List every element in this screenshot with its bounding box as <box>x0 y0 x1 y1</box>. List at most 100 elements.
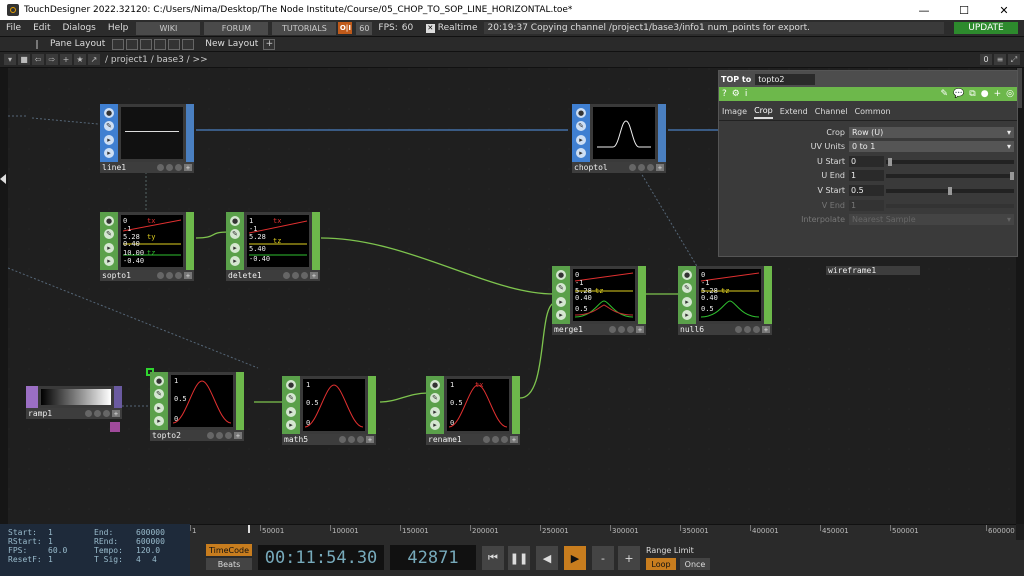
menu-help[interactable]: Help <box>102 23 135 33</box>
u-end-slider[interactable] <box>886 171 1014 180</box>
python-help-icon[interactable]: ⚙ <box>732 89 740 99</box>
add-icon[interactable]: + <box>60 54 72 65</box>
menu-edit[interactable]: Edit <box>27 23 56 33</box>
layout-single-button[interactable] <box>112 38 125 50</box>
rend-value[interactable]: 600000 <box>136 537 165 546</box>
info-icon[interactable]: i <box>745 89 748 99</box>
tutorials-button[interactable]: TUTORIALS <box>272 21 337 35</box>
param-toolbar: ? ⚙ i ✎ 💬 ⧉ ● + ◎ <box>719 87 1017 101</box>
path-home-icon[interactable]: ↗ <box>88 54 100 65</box>
tab-image[interactable]: Image <box>722 107 747 118</box>
pause-button[interactable]: ❚❚ <box>508 546 530 570</box>
layout-grid-button[interactable] <box>182 38 195 50</box>
node-label: line1 <box>102 163 127 172</box>
perform-mode-button[interactable]: O|I <box>338 22 353 34</box>
chevron-down-icon: ▾ <box>1006 128 1011 137</box>
menu-dialogs[interactable]: Dialogs <box>57 23 102 33</box>
stop-icon[interactable]: ■ <box>18 54 30 65</box>
pane-menu-icon[interactable]: ≡ <box>994 54 1006 65</box>
timeline-tick-label: 350001 <box>682 527 709 535</box>
realtime-checkbox[interactable]: ✕ <box>425 23 435 33</box>
step-back-button[interactable]: ◀ <box>536 546 558 570</box>
tab-crop[interactable]: Crop <box>754 106 773 119</box>
tab-extend[interactable]: Extend <box>780 107 808 118</box>
chevron-down-icon: ▾ <box>1006 215 1011 224</box>
ramp-flags <box>26 386 38 408</box>
play-button[interactable]: ▶ <box>564 546 586 570</box>
comment-icon[interactable]: 💬 <box>953 89 964 99</box>
pane-index[interactable]: 0 <box>980 54 992 65</box>
current-frame[interactable]: 42871 <box>390 545 476 570</box>
edit-icon[interactable]: ✎ <box>941 89 949 99</box>
chevron-down-icon: ▾ <box>1006 142 1011 151</box>
node-label: sopto1 <box>102 271 131 280</box>
op-name-field[interactable]: topto2 <box>755 73 816 85</box>
tab-channel[interactable]: Channel <box>815 107 848 118</box>
update-button[interactable]: UPDATE <box>954 22 1018 34</box>
start-value[interactable]: 1 <box>48 528 94 537</box>
loop-button[interactable]: Loop <box>646 558 676 570</box>
back-icon[interactable]: ⇦ <box>32 54 44 65</box>
timeline-ruler[interactable]: 1 50001 100001 150001 200001 250001 300001 3500… <box>190 524 1016 540</box>
python-icon[interactable]: ● <box>981 89 989 99</box>
timeline-tick-label: 200001 <box>472 527 499 535</box>
layout-three-button[interactable] <box>154 38 167 50</box>
fps-value: 60 <box>401 23 414 33</box>
tsig-b[interactable]: 4 <box>152 555 157 564</box>
fps-label: FPS: <box>378 23 398 33</box>
bookmark-icon[interactable]: ★ <box>74 54 86 65</box>
add-icon[interactable]: + <box>994 89 1002 99</box>
collapse-left-icon[interactable] <box>0 174 6 184</box>
timeline-tick-label: 500001 <box>892 527 919 535</box>
copy-icon[interactable]: ⧉ <box>969 89 975 99</box>
param-uv-units: UV Units 0 to 1 ▾ <box>719 140 1019 153</box>
param-v-start: V Start 0.5 <box>719 184 1019 197</box>
u-end-field[interactable]: 1 <box>849 170 884 181</box>
once-button[interactable]: Once <box>680 558 710 570</box>
end-value[interactable]: 600000 <box>136 528 165 537</box>
forum-button[interactable]: FORUM <box>204 21 269 35</box>
wiki-button[interactable]: WIKI <box>136 21 201 35</box>
layout-split-v-button[interactable] <box>140 38 153 50</box>
new-layout-button[interactable]: + <box>263 38 276 50</box>
layout-split-h-button[interactable] <box>126 38 139 50</box>
playhead[interactable] <box>248 525 250 533</box>
node-label: delete1 <box>228 271 262 280</box>
minimize-button[interactable]: — <box>904 0 944 20</box>
network-path[interactable]: / project1 / base3 / >> <box>105 55 208 65</box>
forward-icon[interactable]: ⇨ <box>46 54 58 65</box>
help-icon[interactable]: ? <box>722 89 727 99</box>
target-icon[interactable]: ◎ <box>1006 89 1014 99</box>
pane-bar: Pane Layout New Layout + <box>0 37 1024 52</box>
tab-common[interactable]: Common <box>855 107 891 118</box>
node-label: ramp1 <box>28 409 53 418</box>
close-button[interactable]: ✕ <box>984 0 1024 20</box>
fps-setting[interactable]: 60.0 <box>48 546 94 555</box>
layout-four-button[interactable] <box>168 38 181 50</box>
tsig-a[interactable]: 4 <box>136 555 152 564</box>
ramp-viewer-flag[interactable] <box>110 422 120 432</box>
rewind-button[interactable]: ⏮ <box>482 546 504 570</box>
pane-maximize-icon[interactable]: ⤢ <box>1008 54 1020 65</box>
v-start-slider[interactable] <box>886 186 1014 195</box>
timeline-tick <box>400 525 401 531</box>
v-start-field[interactable]: 0.5 <box>849 185 884 196</box>
beats-toggle[interactable]: Beats <box>206 558 252 570</box>
crop-menu[interactable]: Row (U) ▾ <box>849 127 1014 138</box>
resetf-value[interactable]: 1 <box>48 555 94 564</box>
timecode-toggle[interactable]: TimeCode <box>206 544 252 556</box>
uv-units-menu[interactable]: 0 to 1 ▾ <box>849 141 1014 152</box>
step-plus-button[interactable]: + <box>618 546 640 570</box>
current-time[interactable]: 00:11:54.30 <box>258 545 384 570</box>
u-start-slider[interactable] <box>886 157 1014 166</box>
chevron-down-icon[interactable]: ▾ <box>4 54 16 65</box>
maximize-button[interactable]: ☐ <box>944 0 984 20</box>
pane-layout-label: Pane Layout <box>50 39 106 49</box>
step-minus-button[interactable]: - <box>592 546 614 570</box>
rstart-value[interactable]: 1 <box>48 537 94 546</box>
fps-cap[interactable]: 60 <box>356 21 373 35</box>
menu-file[interactable]: File <box>0 23 27 33</box>
node-wireframe1-label[interactable]: wireframe1 <box>826 266 920 275</box>
u-start-field[interactable]: 0 <box>849 156 884 167</box>
tempo-value[interactable]: 120.0 <box>136 546 160 555</box>
